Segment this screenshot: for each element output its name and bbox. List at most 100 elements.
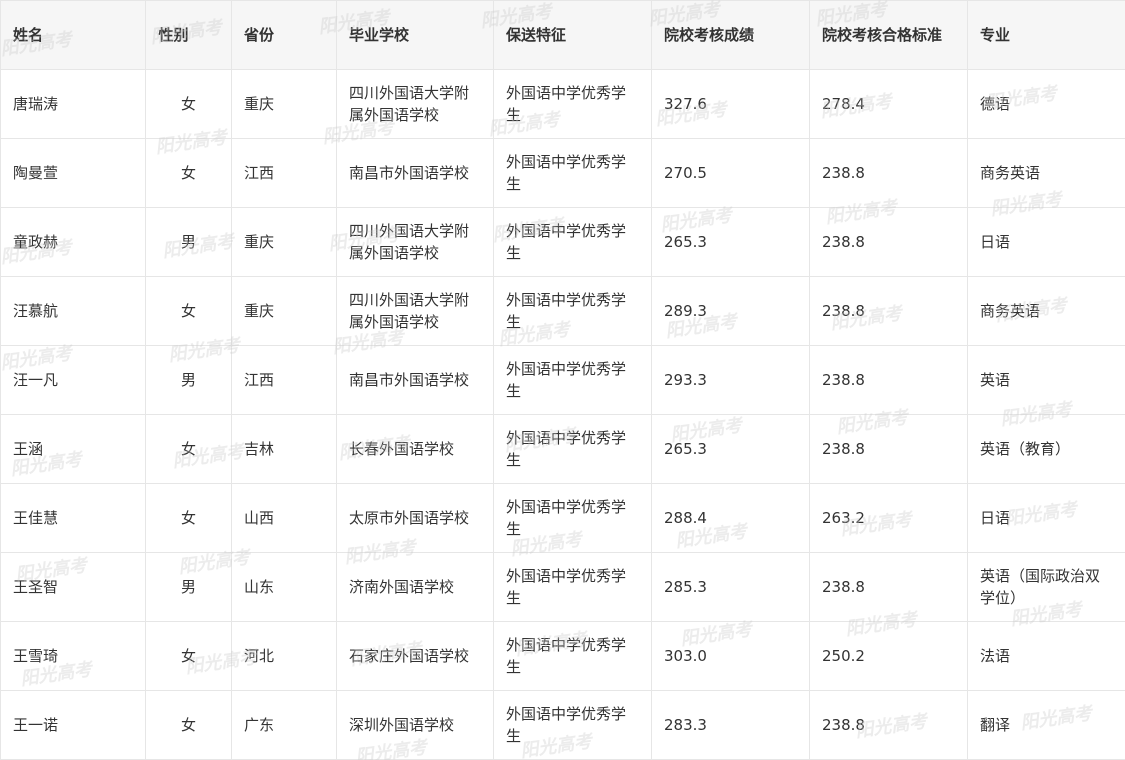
cell-name: 王涵 (0, 414, 146, 484)
cell-feature: 外国语中学优秀学生 (493, 690, 652, 760)
cell-school: 深圳外国语学校 (336, 690, 494, 760)
cell-score: 270.5 (651, 138, 810, 208)
cell-score: 293.3 (651, 345, 810, 415)
cell-province: 广东 (231, 690, 337, 760)
header-gender: 性别 (145, 0, 232, 70)
table-row: 唐瑞涛 女 重庆 四川外国语大学附属外国语学校 外国语中学优秀学生 327.6 … (0, 69, 1125, 139)
cell-standard: 278.4 (809, 69, 968, 139)
table-row: 王圣智 男 山东 济南外国语学校 外国语中学优秀学生 285.3 238.8 英… (0, 552, 1125, 622)
cell-feature: 外国语中学优秀学生 (493, 69, 652, 139)
cell-score: 265.3 (651, 414, 810, 484)
cell-province: 吉林 (231, 414, 337, 484)
cell-name: 王一诺 (0, 690, 146, 760)
table-row: 王涵 女 吉林 长春外国语学校 外国语中学优秀学生 265.3 238.8 英语… (0, 414, 1125, 484)
header-standard: 院校考核合格标准 (809, 0, 968, 70)
cell-feature: 外国语中学优秀学生 (493, 345, 652, 415)
cell-name: 汪慕航 (0, 276, 146, 346)
cell-name: 童政赫 (0, 207, 146, 277)
cell-feature: 外国语中学优秀学生 (493, 552, 652, 622)
table-row: 汪一凡 男 江西 南昌市外国语学校 外国语中学优秀学生 293.3 238.8 … (0, 345, 1125, 415)
table-row: 王一诺 女 广东 深圳外国语学校 外国语中学优秀学生 283.3 238.8 翻… (0, 690, 1125, 760)
cell-major: 商务英语 (967, 138, 1125, 208)
cell-standard: 238.8 (809, 414, 968, 484)
cell-province: 重庆 (231, 207, 337, 277)
cell-school: 四川外国语大学附属外国语学校 (336, 207, 494, 277)
header-name: 姓名 (0, 0, 146, 70)
cell-standard: 238.8 (809, 207, 968, 277)
cell-gender: 女 (145, 690, 232, 760)
cell-name: 王佳慧 (0, 483, 146, 553)
cell-school: 南昌市外国语学校 (336, 345, 494, 415)
cell-standard: 238.8 (809, 138, 968, 208)
cell-name: 王雪琦 (0, 621, 146, 691)
cell-school: 石家庄外国语学校 (336, 621, 494, 691)
cell-score: 327.6 (651, 69, 810, 139)
header-major: 专业 (967, 0, 1125, 70)
cell-gender: 女 (145, 138, 232, 208)
cell-score: 283.3 (651, 690, 810, 760)
cell-score: 303.0 (651, 621, 810, 691)
table-row: 王佳慧 女 山西 太原市外国语学校 外国语中学优秀学生 288.4 263.2 … (0, 483, 1125, 553)
cell-name: 王圣智 (0, 552, 146, 622)
cell-score: 289.3 (651, 276, 810, 346)
cell-feature: 外国语中学优秀学生 (493, 621, 652, 691)
table-row: 陶曼萱 女 江西 南昌市外国语学校 外国语中学优秀学生 270.5 238.8 … (0, 138, 1125, 208)
cell-standard: 250.2 (809, 621, 968, 691)
cell-gender: 女 (145, 69, 232, 139)
cell-province: 山东 (231, 552, 337, 622)
cell-school: 长春外国语学校 (336, 414, 494, 484)
cell-gender: 女 (145, 621, 232, 691)
cell-province: 重庆 (231, 276, 337, 346)
header-province: 省份 (231, 0, 337, 70)
cell-province: 山西 (231, 483, 337, 553)
cell-major: 英语（教育） (967, 414, 1125, 484)
cell-school: 南昌市外国语学校 (336, 138, 494, 208)
cell-major: 德语 (967, 69, 1125, 139)
cell-standard: 238.8 (809, 276, 968, 346)
cell-standard: 238.8 (809, 552, 968, 622)
header-feature: 保送特征 (493, 0, 652, 70)
cell-major: 日语 (967, 483, 1125, 553)
cell-name: 汪一凡 (0, 345, 146, 415)
cell-gender: 男 (145, 345, 232, 415)
cell-feature: 外国语中学优秀学生 (493, 414, 652, 484)
table-row: 汪慕航 女 重庆 四川外国语大学附属外国语学校 外国语中学优秀学生 289.3 … (0, 276, 1125, 346)
header-school: 毕业学校 (336, 0, 494, 70)
cell-province: 重庆 (231, 69, 337, 139)
cell-gender: 女 (145, 483, 232, 553)
cell-school: 四川外国语大学附属外国语学校 (336, 276, 494, 346)
cell-school: 太原市外国语学校 (336, 483, 494, 553)
cell-province: 河北 (231, 621, 337, 691)
cell-feature: 外国语中学优秀学生 (493, 483, 652, 553)
cell-standard: 238.8 (809, 690, 968, 760)
admission-table-container: 姓名 性别 省份 毕业学校 保送特征 院校考核成绩 院校考核合格标准 专业 唐瑞… (0, 0, 1125, 760)
table-row: 王雪琦 女 河北 石家庄外国语学校 外国语中学优秀学生 303.0 250.2 … (0, 621, 1125, 691)
cell-school: 四川外国语大学附属外国语学校 (336, 69, 494, 139)
cell-province: 江西 (231, 345, 337, 415)
cell-major: 翻译 (967, 690, 1125, 760)
cell-major: 法语 (967, 621, 1125, 691)
cell-score: 285.3 (651, 552, 810, 622)
cell-name: 陶曼萱 (0, 138, 146, 208)
table-header-row: 姓名 性别 省份 毕业学校 保送特征 院校考核成绩 院校考核合格标准 专业 (0, 0, 1125, 70)
cell-feature: 外国语中学优秀学生 (493, 138, 652, 208)
cell-name: 唐瑞涛 (0, 69, 146, 139)
cell-gender: 男 (145, 552, 232, 622)
cell-major: 日语 (967, 207, 1125, 277)
header-score: 院校考核成绩 (651, 0, 810, 70)
cell-feature: 外国语中学优秀学生 (493, 207, 652, 277)
cell-standard: 263.2 (809, 483, 968, 553)
cell-score: 265.3 (651, 207, 810, 277)
cell-major: 英语 (967, 345, 1125, 415)
cell-feature: 外国语中学优秀学生 (493, 276, 652, 346)
cell-standard: 238.8 (809, 345, 968, 415)
table-row: 童政赫 男 重庆 四川外国语大学附属外国语学校 外国语中学优秀学生 265.3 … (0, 207, 1125, 277)
cell-school: 济南外国语学校 (336, 552, 494, 622)
cell-province: 江西 (231, 138, 337, 208)
cell-major: 商务英语 (967, 276, 1125, 346)
cell-gender: 男 (145, 207, 232, 277)
cell-gender: 女 (145, 414, 232, 484)
cell-major: 英语（国际政治双学位） (967, 552, 1125, 622)
cell-score: 288.4 (651, 483, 810, 553)
admission-table: 姓名 性别 省份 毕业学校 保送特征 院校考核成绩 院校考核合格标准 专业 唐瑞… (0, 0, 1125, 760)
